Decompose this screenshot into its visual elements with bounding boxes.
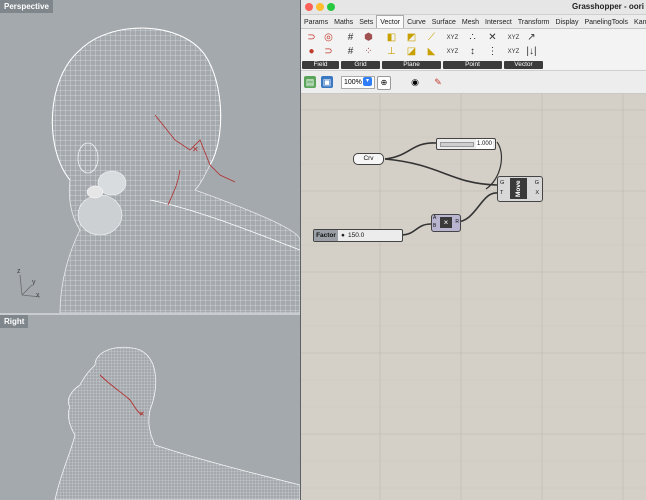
- plane-origin-icon[interactable]: ◩: [405, 32, 418, 44]
- grid-rect-icon[interactable]: #: [344, 46, 357, 58]
- plane-align-icon[interactable]: ◣: [425, 46, 438, 58]
- zoom-button[interactable]: [327, 3, 335, 11]
- crv-param[interactable]: Crv: [353, 153, 384, 165]
- right-wireframe: ✕: [54, 346, 300, 500]
- group-grid: # ⬢ # ⁘ Grid: [341, 30, 380, 69]
- move-in-g: G: [500, 180, 505, 186]
- group-plane-label[interactable]: Plane: [382, 61, 441, 69]
- slider-track[interactable]: [440, 142, 474, 147]
- vector-length-icon[interactable]: |↓|: [525, 46, 538, 58]
- group-vector-label[interactable]: Vector: [504, 61, 543, 69]
- plane-adjust-icon[interactable]: ◪: [405, 46, 418, 58]
- bake-icon[interactable]: ✎: [432, 76, 444, 88]
- zoom-dropdown-icon[interactable]: ▾: [363, 77, 372, 86]
- tab-maths[interactable]: Maths: [331, 16, 356, 28]
- right-viewport[interactable]: ✕ Right: [0, 315, 300, 500]
- axis-x-label: x: [36, 292, 40, 299]
- axis-y-label: y: [32, 279, 36, 286]
- factor-label: Factor: [314, 230, 338, 241]
- group-point-label[interactable]: Point: [443, 61, 502, 69]
- point-sort-icon[interactable]: ⋮: [486, 46, 499, 58]
- mult-out: R: [455, 219, 459, 225]
- vector-xyz-icon[interactable]: XYZ: [507, 32, 520, 44]
- move-label: Move: [510, 178, 527, 199]
- save-file-icon[interactable]: ▣: [321, 76, 333, 88]
- title-bar[interactable]: Grasshopper - oori: [301, 0, 646, 15]
- point-cull-icon[interactable]: ✕: [486, 32, 499, 44]
- wire-factor-mult: [400, 223, 432, 236]
- tab-transform[interactable]: Transform: [515, 16, 553, 28]
- svg-text:✕: ✕: [192, 145, 199, 154]
- group-vector: XYZ ↗ XYZ |↓| Vector: [504, 30, 543, 69]
- field-point-icon[interactable]: ●: [305, 46, 318, 58]
- minimize-button[interactable]: [316, 3, 324, 11]
- wire-crv-slider: [384, 142, 437, 160]
- group-plane: ◧ ◩ ⟋ ⊥ ◪ ◣ Plane: [382, 30, 441, 69]
- plane-rotate-icon[interactable]: ⟋: [425, 32, 438, 44]
- grasshopper-canvas[interactable]: Crv 1.000 Factor ● 150.0 A B × R G T Mov…: [301, 94, 646, 500]
- plane-normal-icon[interactable]: ⊥: [385, 46, 398, 58]
- point-numbers-icon[interactable]: ∴: [466, 32, 479, 44]
- point-distance-icon[interactable]: ↕: [466, 46, 479, 58]
- tab-vector[interactable]: Vector: [376, 15, 405, 28]
- move-component[interactable]: G T Move G X: [497, 176, 543, 202]
- grasshopper-window: Grasshopper - oori Params Maths Sets Vector…: [301, 0, 646, 500]
- perspective-label[interactable]: Perspective: [0, 0, 53, 13]
- ribbon-tabs: Params Maths Sets Vector Curve Surface Mesh Int…: [301, 15, 646, 29]
- group-point: XYZ ∴ ✕ XYZ ↕ ⋮ Point: [443, 30, 502, 69]
- mult-in-b: B: [433, 223, 437, 229]
- point-construct-icon[interactable]: XYZ: [446, 32, 459, 44]
- grid-square-icon[interactable]: #: [344, 32, 357, 44]
- vector-2pt-icon[interactable]: ↗: [525, 32, 538, 44]
- tab-panelingtools[interactable]: PanelingTools: [581, 16, 631, 28]
- tab-kangaroo2[interactable]: Kangaroo2: [631, 16, 646, 28]
- crv-label: Crv: [363, 155, 374, 162]
- mult-in-a: A: [433, 215, 437, 221]
- component-ribbon: ⊃ ◎ ● ⊃ Field # ⬢ # ⁘ Grid ◧ ◩ ⟋ ⊥ ◪ ◣ P…: [301, 29, 646, 71]
- window-title: Grasshopper - oori: [571, 2, 644, 11]
- field-magnet-icon[interactable]: ⊃: [305, 32, 318, 44]
- tab-display[interactable]: Display: [553, 16, 582, 28]
- slider-1-value: 1.000: [475, 139, 493, 149]
- zoom-extents-icon[interactable]: ⊕: [377, 76, 391, 90]
- tab-curve[interactable]: Curve: [404, 16, 429, 28]
- number-slider-1[interactable]: 1.000: [436, 138, 496, 150]
- group-field: ⊃ ◎ ● ⊃ Field: [302, 30, 339, 69]
- preview-eye-icon[interactable]: ◉: [409, 76, 421, 88]
- perspective-viewport[interactable]: ✕ Perspective x y z: [0, 0, 300, 313]
- svg-text:✕: ✕: [139, 410, 145, 418]
- move-out-x: X: [535, 190, 539, 196]
- canvas-toolbar: ▤ ▣ 100% ▾ ⊕ ◉ ✎: [301, 71, 646, 94]
- field-line-icon[interactable]: ⊃: [322, 46, 335, 58]
- move-in-t: T: [500, 190, 504, 196]
- tab-params[interactable]: Params: [301, 16, 331, 28]
- vector-deconstruct-icon[interactable]: XYZ: [507, 46, 520, 58]
- grid-hex-icon[interactable]: ⬢: [362, 32, 375, 44]
- wire-mult-move: [455, 192, 498, 223]
- move-out-g: G: [534, 180, 539, 186]
- multiply-icon: ×: [440, 217, 452, 228]
- perspective-wireframe: ✕: [19, 27, 300, 313]
- factor-slider[interactable]: Factor ● 150.0: [313, 229, 403, 242]
- group-grid-label[interactable]: Grid: [341, 61, 380, 69]
- group-field-label[interactable]: Field: [302, 61, 339, 69]
- tab-sets[interactable]: Sets: [356, 16, 376, 28]
- multiply-component[interactable]: A B × R: [431, 214, 461, 232]
- tab-surface[interactable]: Surface: [429, 16, 459, 28]
- tab-mesh[interactable]: Mesh: [459, 16, 482, 28]
- wire-crv-move: [384, 158, 498, 186]
- open-file-icon[interactable]: ▤: [304, 76, 316, 88]
- close-button[interactable]: [305, 3, 313, 11]
- point-deconstruct-icon[interactable]: XYZ: [446, 46, 459, 58]
- factor-value: 150.0: [348, 232, 365, 239]
- tab-intersect[interactable]: Intersect: [482, 16, 515, 28]
- slider-knob-icon[interactable]: ●: [341, 230, 345, 241]
- plane-xy-icon[interactable]: ◧: [385, 32, 398, 44]
- field-spin-icon[interactable]: ◎: [322, 32, 335, 44]
- right-label[interactable]: Right: [0, 315, 29, 328]
- grid-populate-icon[interactable]: ⁘: [362, 46, 375, 58]
- axis-z-label: z: [17, 268, 21, 275]
